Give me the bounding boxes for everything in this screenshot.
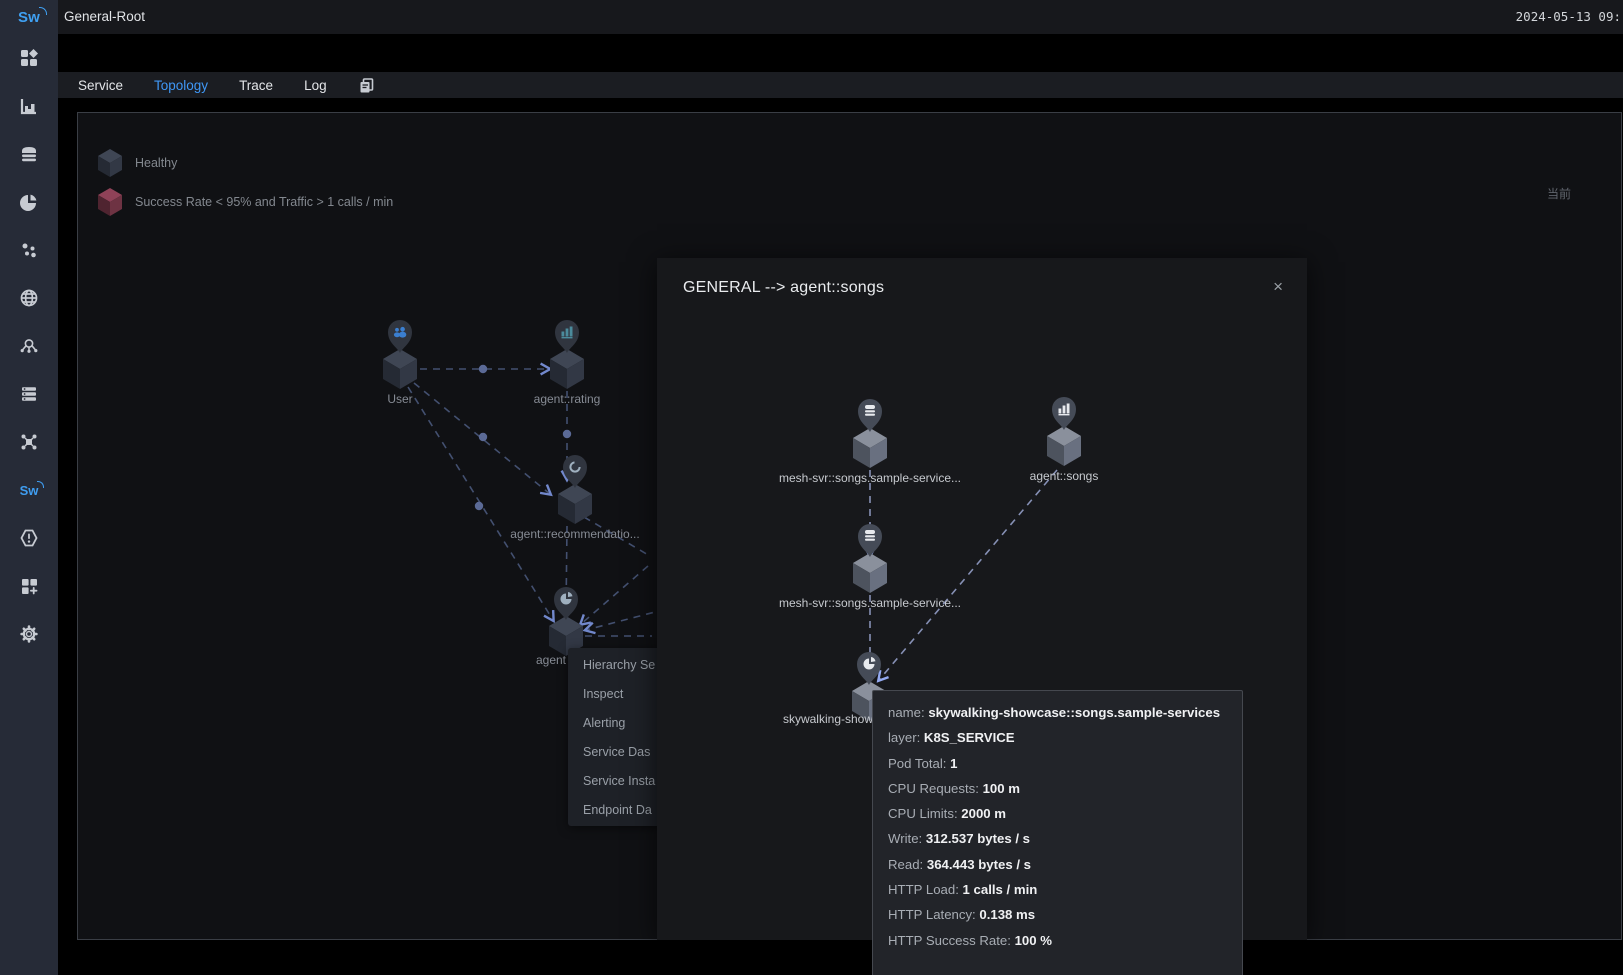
pie-pin-icon bbox=[554, 587, 578, 620]
bar-chart-icon[interactable] bbox=[0, 82, 58, 130]
tooltip-value: skywalking-showcase::songs.sample-servic… bbox=[928, 705, 1220, 720]
tooltip-row: Read: 364.443 bytes / s bbox=[888, 852, 1242, 877]
tab-bar: Service Topology Trace Log bbox=[58, 72, 1623, 98]
satellite-icon[interactable] bbox=[0, 322, 58, 370]
topology-edge bbox=[581, 566, 648, 624]
node-label: agent::songs bbox=[1030, 469, 1099, 483]
topology-node[interactable]: skywalking-show bbox=[783, 652, 886, 726]
node-label: agent::rating bbox=[534, 392, 601, 406]
edge-anchor-dot bbox=[479, 433, 487, 441]
sidebar-nav: Sw Sw bbox=[0, 0, 58, 975]
tooltip-label: Write: bbox=[888, 831, 922, 846]
edge-anchor-dot bbox=[563, 430, 571, 438]
edge-anchor-dot bbox=[475, 502, 483, 510]
globe-icon[interactable] bbox=[0, 274, 58, 322]
node-label: mesh-svr::songs.sample-service... bbox=[779, 471, 961, 485]
topology-node[interactable]: User bbox=[383, 320, 417, 406]
tooltip-label: CPU Requests: bbox=[888, 781, 979, 796]
topology-node[interactable]: mesh-svr::songs.sample-service... bbox=[779, 524, 961, 610]
service-cube[interactable] bbox=[1047, 426, 1081, 466]
service-cube[interactable] bbox=[383, 349, 417, 389]
tooltip-value: 1 bbox=[950, 756, 957, 771]
edge-anchor-dot bbox=[479, 365, 487, 373]
tooltip-value: K8S_SERVICE bbox=[924, 730, 1015, 745]
tooltip-label: HTTP Latency: bbox=[888, 907, 976, 922]
node-context-menu: Hierarchy SeInspectAlertingService DasSe… bbox=[568, 648, 662, 826]
tab-trace[interactable]: Trace bbox=[239, 78, 273, 93]
tooltip-row: HTTP Latency: 0.138 ms bbox=[888, 902, 1242, 927]
tooltip-value: 0.138 ms bbox=[979, 907, 1035, 922]
context-menu-item-2[interactable]: Inspect bbox=[568, 680, 662, 709]
tab-log[interactable]: Log bbox=[304, 78, 327, 93]
tooltip-row: name: skywalking-showcase::songs.sample-… bbox=[888, 700, 1242, 725]
node-label: skywalking-show bbox=[783, 712, 873, 726]
node-tooltip: name: skywalking-showcase::songs.sample-… bbox=[872, 690, 1243, 975]
context-menu-item-1[interactable]: Hierarchy Se bbox=[568, 651, 662, 680]
context-menu-item-6[interactable]: Endpoint Da bbox=[568, 796, 662, 825]
context-menu-item-3[interactable]: Alerting bbox=[568, 709, 662, 738]
tooltip-value: 312.537 bytes / s bbox=[926, 831, 1030, 846]
service-cube[interactable] bbox=[853, 428, 887, 468]
tooltip-label: layer: bbox=[888, 730, 920, 745]
page-title: General-Root bbox=[64, 9, 145, 24]
tooltip-row: Write: 312.537 bytes / s bbox=[888, 826, 1242, 851]
database-icon[interactable] bbox=[0, 130, 58, 178]
topology-node[interactable]: agent::recommendatio... bbox=[510, 455, 639, 541]
tooltip-row: CPU Requests: 100 m bbox=[888, 776, 1242, 801]
tooltip-row: HTTP Success Rate: 100 % bbox=[888, 928, 1242, 953]
node-label: mesh-svr::songs.sample-service... bbox=[779, 596, 961, 610]
context-menu-item-4[interactable]: Service Das bbox=[568, 738, 662, 767]
tooltip-row: Pod Total: 1 bbox=[888, 751, 1242, 776]
users-pin-icon bbox=[388, 320, 412, 353]
network-hub-icon[interactable] bbox=[0, 418, 58, 466]
tooltip-label: CPU Limits: bbox=[888, 806, 958, 821]
topology-node[interactable]: agent::rating bbox=[534, 320, 601, 406]
topology-edge bbox=[879, 470, 1057, 680]
skywalking-icon[interactable]: Sw bbox=[0, 466, 58, 514]
tooltip-row: layer: K8S_SERVICE bbox=[888, 725, 1242, 750]
tooltip-value: 100 m bbox=[983, 781, 1020, 796]
tooltip-row: CPU Limits: 2000 m bbox=[888, 801, 1242, 826]
tab-topology[interactable]: Topology bbox=[154, 78, 208, 93]
topology-node[interactable]: mesh-svr::songs.sample-service... bbox=[779, 399, 961, 485]
skywalking-logo[interactable]: Sw bbox=[0, 0, 58, 34]
topology-node[interactable]: agent::songs bbox=[1030, 397, 1099, 483]
top-header: General-Root 2024-05-13 09: bbox=[58, 0, 1623, 34]
skywalking-app: General-Root 2024-05-13 09: Sw Sw Servic… bbox=[0, 0, 1623, 975]
copy-document-icon[interactable] bbox=[358, 77, 375, 94]
chart-pin-icon bbox=[555, 320, 579, 353]
tooltip-value: 1 calls / min bbox=[963, 882, 1038, 897]
tooltip-label: HTTP Load: bbox=[888, 882, 959, 897]
chart-pin-icon bbox=[1052, 397, 1076, 430]
tooltip-value: 2000 m bbox=[961, 806, 1006, 821]
tooltip-value: 100 % bbox=[1015, 933, 1052, 948]
service-cube[interactable] bbox=[550, 349, 584, 389]
tooltip-label: name: bbox=[888, 705, 925, 720]
tooltip-label: HTTP Success Rate: bbox=[888, 933, 1011, 948]
tooltip-label: Pod Total: bbox=[888, 756, 946, 771]
tooltip-label: Read: bbox=[888, 857, 923, 872]
tab-service[interactable]: Service bbox=[78, 78, 123, 93]
pie-chart-icon[interactable] bbox=[0, 178, 58, 226]
datetime-picker[interactable]: 2024-05-13 09: bbox=[1516, 9, 1621, 24]
moon-pin-icon bbox=[563, 455, 587, 488]
marketplace-icon[interactable] bbox=[0, 34, 58, 82]
node-label: agent bbox=[536, 653, 567, 667]
settings-gear-icon[interactable] bbox=[0, 610, 58, 658]
widgets-icon[interactable] bbox=[0, 562, 58, 610]
tooltip-value: 364.443 bytes / s bbox=[927, 857, 1031, 872]
service-cube[interactable] bbox=[853, 553, 887, 593]
node-label: agent::recommendatio... bbox=[510, 527, 639, 541]
node-label: User bbox=[387, 392, 412, 406]
tooltip-row: HTTP Load: 1 calls / min bbox=[888, 877, 1242, 902]
pie-pin-icon bbox=[857, 652, 881, 685]
context-menu-item-5[interactable]: Service Insta bbox=[568, 767, 662, 796]
database-pin-icon bbox=[858, 524, 882, 557]
database-pin-icon bbox=[858, 399, 882, 432]
scatter-dots-icon[interactable] bbox=[0, 226, 58, 274]
alarm-icon[interactable] bbox=[0, 514, 58, 562]
server-list-icon[interactable] bbox=[0, 370, 58, 418]
